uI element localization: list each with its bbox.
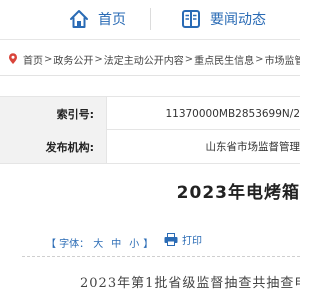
- nav-news-link[interactable]: 要闻动态: [180, 6, 266, 32]
- font-size-tools: 【 字体： 大 中 小 】: [46, 233, 153, 251]
- article-first-line: 2023年第1批省级监督抽查共抽查电烤: [80, 276, 300, 291]
- nav-divider: [150, 8, 151, 30]
- nav-news-label: 要闻动态: [210, 12, 266, 28]
- breadcrumb-item-market[interactable]: 市场监管: [265, 52, 300, 67]
- font-size-large-button[interactable]: 大: [93, 235, 103, 250]
- book-icon: [182, 10, 200, 28]
- print-button[interactable]: 打印: [164, 232, 202, 247]
- top-navigation: 首页 要闻动态: [0, 0, 300, 40]
- breadcrumb-separator: >: [184, 53, 194, 65]
- breadcrumb-separator: >: [44, 53, 53, 65]
- breadcrumb-item-livelihood[interactable]: 重点民生信息: [194, 52, 254, 67]
- divider-line: [0, 75, 300, 76]
- info-row-publisher: 发布机构: 山东省市场监督管理: [0, 130, 300, 164]
- print-label: 打印: [182, 236, 202, 247]
- font-size-prefix: 【 字体：: [46, 238, 90, 250]
- info-row-index: 索引号: 11370000MB2853699N/2: [0, 96, 300, 130]
- breadcrumb-separator: >: [255, 53, 264, 65]
- printer-icon: [164, 233, 178, 246]
- breadcrumb-item-gov-affairs[interactable]: 政务公开: [53, 52, 93, 67]
- info-value-index: 11370000MB2853699N/2: [165, 107, 300, 120]
- document-info-table: 索引号: 11370000MB2853699N/2 发布机构: 山东省市场监督管…: [0, 96, 300, 164]
- nav-home-label: 首页: [98, 12, 126, 28]
- info-key-index: 索引号:: [0, 97, 107, 130]
- breadcrumb-item-statutory[interactable]: 法定主动公开内容: [104, 52, 184, 67]
- font-size-small-button[interactable]: 小: [129, 235, 139, 250]
- content-divider: [22, 256, 300, 257]
- breadcrumb-separator: >: [94, 53, 103, 65]
- nav-home-link[interactable]: 首页: [68, 6, 126, 32]
- page-title: 2023年电烤箱: [176, 183, 300, 203]
- breadcrumb: 首页 > 政务公开 > 法定主动公开内容 > 重点民生信息 > 市场监管 > 产…: [0, 48, 300, 70]
- breadcrumb-item-home[interactable]: 首页: [23, 52, 43, 67]
- info-key-publisher: 发布机构:: [0, 130, 107, 163]
- info-value-publisher: 山东省市场监督管理: [205, 141, 301, 153]
- font-size-suffix: 】: [143, 238, 154, 250]
- font-size-medium-button[interactable]: 中: [111, 235, 121, 250]
- location-pin-icon: [9, 53, 17, 64]
- home-icon: [70, 10, 88, 28]
